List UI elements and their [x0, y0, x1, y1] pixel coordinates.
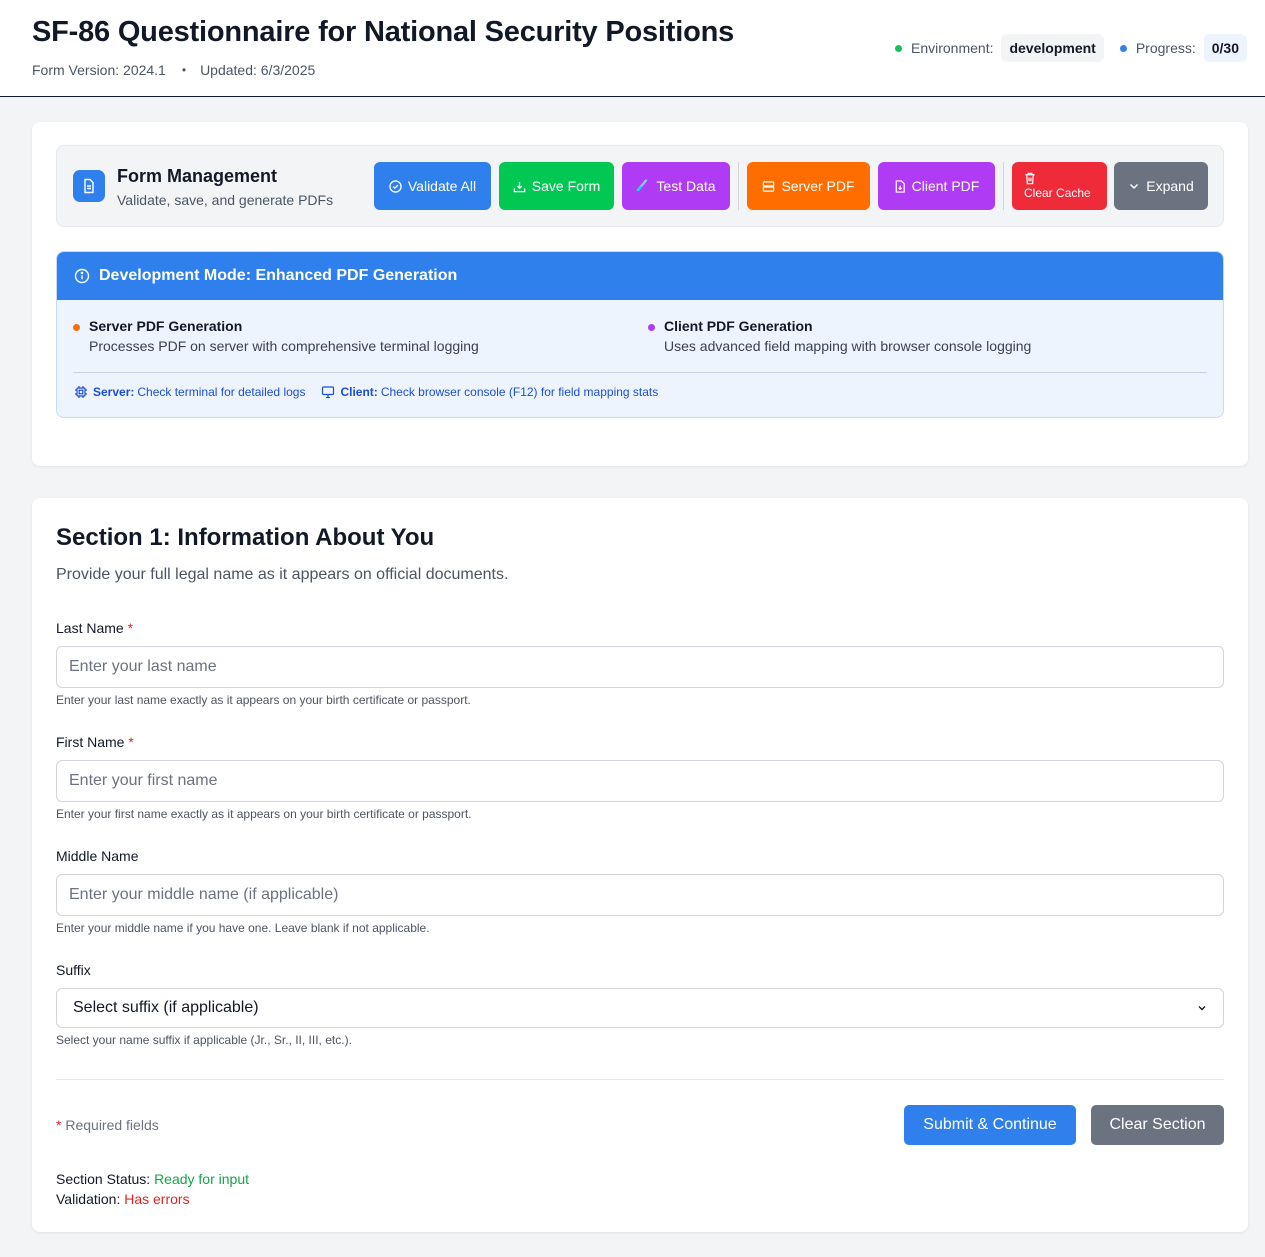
required-note: * Required fields	[56, 1117, 159, 1133]
server-pdf-description: Processes PDF on server with comprehensi…	[89, 338, 479, 354]
required-asterisk: *	[128, 734, 134, 750]
client-pdf-heading: Client PDF Generation	[664, 318, 813, 334]
purple-dot-icon	[648, 324, 655, 331]
meta-separator: •	[181, 63, 187, 77]
client-note: Client: Check browser console (F12) for …	[321, 385, 658, 399]
monitor-icon	[322, 386, 335, 399]
client-pdf-info: Client PDF Generation Uses advanced fiel…	[648, 318, 1031, 354]
section-description: Provide your full legal name as it appea…	[56, 566, 509, 583]
middle-name-help: Enter your middle name if you have one. …	[56, 921, 430, 935]
suffix-label: Suffix	[56, 962, 91, 978]
middle-name-label-text: Middle Name	[56, 848, 139, 864]
suffix-help: Select your name suffix if applicable (J…	[56, 1033, 352, 1047]
progress-label: Progress:	[1135, 40, 1196, 56]
trash-icon	[1025, 172, 1035, 185]
chevron-down-icon	[1198, 1006, 1206, 1011]
toolbar-divider	[1003, 162, 1004, 210]
management-title: Form Management	[117, 166, 278, 186]
chevron-down-icon	[1130, 183, 1139, 190]
download-icon	[513, 181, 526, 192]
environment-label: Environment:	[910, 40, 994, 56]
required-note-text: Required fields	[65, 1117, 159, 1133]
first-name-help: Enter your first name exactly as it appe…	[56, 807, 472, 821]
cpu-icon	[75, 386, 87, 398]
submit-continue-button[interactable]: Submit & Continue	[904, 1105, 1076, 1145]
section-status: Section Status: Ready for input	[56, 1171, 249, 1187]
form-version: Form Version: 2024.1	[32, 62, 166, 78]
section-card: Section 1: Information About You Provide…	[32, 498, 1248, 1232]
clear-cache-label: Clear Cache	[1024, 186, 1091, 200]
last-name-input[interactable]	[56, 646, 1224, 688]
file-download-icon	[895, 179, 905, 193]
divider	[56, 1079, 1224, 1080]
first-name-input[interactable]	[56, 760, 1224, 802]
form-management-toolbar: Form Management Validate, save, and gene…	[56, 145, 1224, 227]
server-note-label: Server:	[93, 385, 135, 399]
page-header: SF-86 Questionnaire for National Securit…	[0, 0, 1265, 97]
suffix-label-text: Suffix	[56, 962, 91, 978]
environment-badge: development	[1001, 34, 1104, 62]
expand-button[interactable]: Expand	[1114, 162, 1208, 210]
test-data-button[interactable]: Test Data	[622, 162, 730, 210]
server-pdf-info: Server PDF Generation Processes PDF on s…	[73, 318, 479, 354]
section-title: Section 1: Information About You	[56, 524, 435, 551]
dev-mode-panel: Development Mode: Enhanced PDF Generatio…	[56, 251, 1224, 418]
page-title: SF-86 Questionnaire for National Securit…	[32, 16, 735, 48]
client-note-text: Check browser console (F12) for field ma…	[380, 385, 659, 399]
middle-name-input[interactable]	[56, 874, 1224, 916]
server-pdf-heading: Server PDF Generation	[89, 318, 243, 334]
validation-label: Validation:	[56, 1191, 121, 1207]
dev-mode-header: Development Mode: Enhanced PDF Generatio…	[57, 252, 1223, 300]
suffix-selected-value: Select suffix (if applicable)	[73, 999, 259, 1016]
validation-value: Has errors	[124, 1191, 190, 1207]
client-pdf-description: Uses advanced field mapping with browser…	[664, 338, 1032, 354]
validation-status: Validation: Has errors	[56, 1191, 190, 1207]
first-name-label-text: First Name	[56, 734, 125, 750]
form-meta: Form Version: 2024.1 • Updated: 6/3/2025	[32, 62, 315, 78]
required-asterisk: *	[127, 620, 134, 636]
server-pdf-button[interactable]: Server PDF	[747, 162, 870, 210]
client-note-label: Client:	[340, 385, 378, 399]
server-icon	[763, 180, 775, 192]
dev-mode-title: Development Mode: Enhanced PDF Generatio…	[99, 267, 458, 284]
environment-dot-icon	[894, 44, 902, 52]
expand-label: Expand	[1146, 178, 1194, 194]
clear-cache-button[interactable]: Clear Cache	[1012, 162, 1107, 210]
server-note-text: Check terminal for detailed logs	[137, 385, 306, 399]
progress-badge: 0/30	[1203, 34, 1247, 62]
last-name-help: Enter your last name exactly as it appea…	[56, 693, 471, 707]
check-circle-icon	[389, 179, 402, 193]
save-form-label: Save Form	[531, 178, 601, 194]
test-data-label: Test Data	[656, 178, 716, 194]
save-form-button[interactable]: Save Form	[499, 162, 614, 210]
orange-dot-icon	[73, 324, 80, 331]
updated-date: Updated: 6/3/2025	[200, 62, 316, 78]
test-tube-icon	[637, 179, 648, 192]
clear-section-button[interactable]: Clear Section	[1091, 1105, 1224, 1145]
server-note: Server: Check terminal for detailed logs	[74, 385, 305, 399]
divider	[73, 372, 1207, 373]
header-status: Environment: development Progress: 0/30	[894, 34, 1247, 62]
first-name-label: First Name *	[56, 734, 134, 750]
client-pdf-button[interactable]: Client PDF	[878, 162, 995, 210]
validate-all-label: Validate All	[407, 178, 477, 194]
section-status-label: Section Status:	[56, 1171, 151, 1187]
server-pdf-label: Server PDF	[781, 178, 855, 194]
info-icon	[74, 268, 90, 284]
section-status-value: Ready for input	[154, 1171, 250, 1187]
required-asterisk: *	[56, 1117, 62, 1133]
validate-all-button[interactable]: Validate All	[374, 162, 491, 210]
middle-name-label: Middle Name	[56, 848, 138, 864]
toolbar-divider	[738, 162, 739, 210]
form-management-card: Form Management Validate, save, and gene…	[32, 122, 1248, 466]
document-icon	[73, 170, 105, 202]
client-pdf-label: Client PDF	[911, 178, 980, 194]
management-subtitle: Validate, save, and generate PDFs	[117, 192, 334, 208]
last-name-label: Last Name *	[56, 620, 133, 636]
suffix-select[interactable]: Select suffix (if applicable)	[56, 988, 1224, 1028]
last-name-label-text: Last Name	[56, 620, 124, 636]
progress-dot-icon	[1119, 44, 1127, 52]
dev-notes: Server: Check terminal for detailed logs…	[74, 385, 674, 399]
